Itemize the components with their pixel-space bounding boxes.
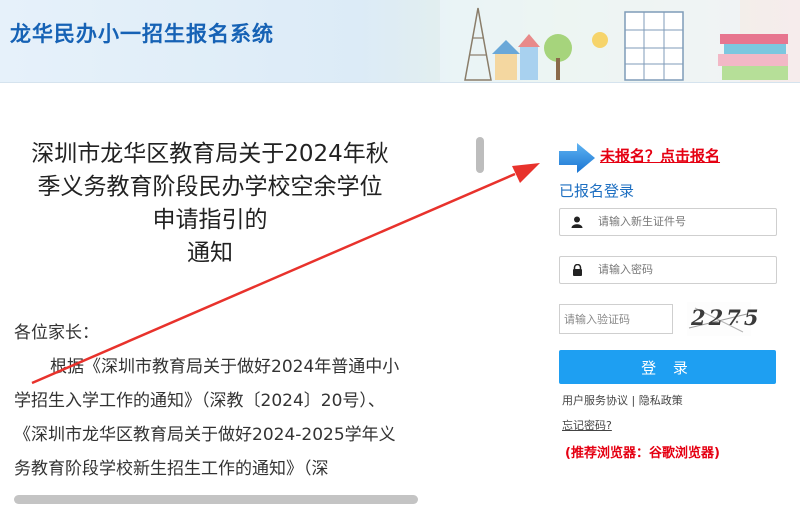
notice-greeting: 各位家长： <box>14 323 99 343</box>
notice-body: 各位家长： 根据《深圳市教育局关于做好2024年普通中小学招生入学工作的通知》（… <box>14 316 406 486</box>
lock-icon <box>560 257 594 283</box>
user-agreement-link[interactable]: 用户服务协议 <box>562 394 628 407</box>
notice-title-line: 通知 <box>187 240 233 266</box>
page-header: 龙华民办小一招生报名系统 <box>0 0 800 83</box>
password-input[interactable] <box>598 259 770 279</box>
privacy-policy-link[interactable]: 隐私政策 <box>639 394 683 407</box>
notice-panel[interactable]: 深圳市龙华区教育局关于2024年秋 季义务教育阶段民办学校空余学位 申请指引的 … <box>10 130 475 502</box>
policy-links: 用户服务协议 | 隐私政策 <box>562 392 683 408</box>
user-icon <box>560 209 594 235</box>
header-decoration <box>440 0 788 82</box>
register-row: 未报名？点击报名 <box>557 140 782 180</box>
notice-title-line: 申请指引的 <box>152 207 268 233</box>
forgot-password-link[interactable]: 忘记密码? <box>562 417 612 433</box>
notice-title-line: 季义务教育阶段民办学校空余学位 <box>37 174 383 200</box>
captcha-text: 2275 <box>691 305 762 330</box>
horizontal-scrollbar[interactable] <box>14 495 418 504</box>
notice-title: 深圳市龙华区教育局关于2024年秋 季义务教育阶段民办学校空余学位 申请指引的 … <box>10 138 410 270</box>
captcha-image[interactable]: 2275 <box>687 302 758 336</box>
notice-title-line: 深圳市龙华区教育局关于2024年秋 <box>31 141 389 167</box>
arrow-right-icon <box>559 143 595 173</box>
login-heading: 已报名登录 <box>559 182 635 200</box>
login-button[interactable]: 登 录 <box>559 350 776 384</box>
system-title: 龙华民办小一招生报名系统 <box>10 22 274 46</box>
browser-tip: (推荐浏览器：谷歌浏览器) <box>565 446 720 461</box>
user-id-input[interactable] <box>598 211 770 231</box>
captcha-input[interactable] <box>559 304 673 334</box>
login-panel: 未报名？点击报名 已报名登录 2275 登 录 用户服务协议 | 隐私政策 忘记… <box>557 140 782 470</box>
register-link[interactable]: 未报名？点击报名 <box>600 145 720 166</box>
password-field[interactable] <box>559 256 777 284</box>
vertical-scrollbar[interactable] <box>476 137 484 173</box>
notice-paragraph: 根据《深圳市教育局关于做好2024年普通中小学招生入学工作的通知》（深教〔202… <box>14 357 400 479</box>
user-id-field[interactable] <box>559 208 777 236</box>
link-separator: | <box>628 394 639 407</box>
